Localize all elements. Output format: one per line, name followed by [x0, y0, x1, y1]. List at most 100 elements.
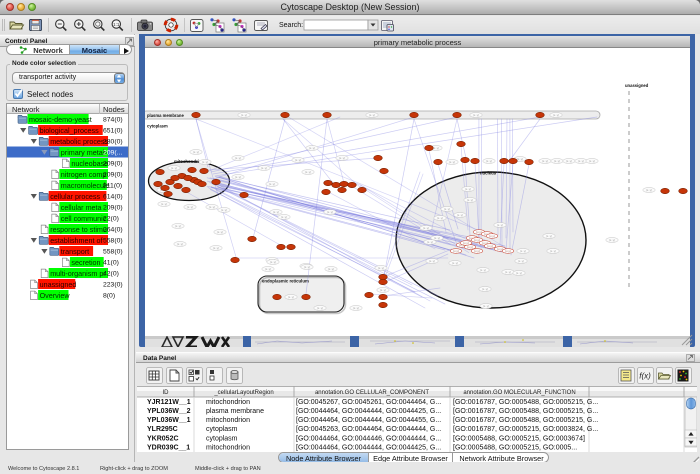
svg-text:transport: transport — [61, 247, 89, 256]
svg-text:(x..y): (x..y) — [378, 266, 384, 270]
svg-text:ID: ID — [163, 390, 170, 396]
svg-text:(x.y): (x.y) — [487, 244, 493, 248]
svg-text:endoplasmic reticulum: endoplasmic reticulum — [262, 279, 309, 284]
svg-text:YDR039C__1: YDR039C__1 — [147, 445, 190, 452]
svg-text:[GO:0044464, GO:0044444, GO:00: [GO:0044464, GO:0044444, GO:0044455, G..… — [296, 417, 441, 424]
svg-text:(x..y): (x..y) — [261, 166, 267, 170]
svg-text:(x..y): (x..y) — [273, 210, 279, 214]
svg-text:1:1: 1:1 — [113, 22, 120, 27]
svg-text:YJR121W__1: YJR121W__1 — [147, 399, 191, 406]
svg-text:metabolic process: metabolic process — [50, 137, 108, 146]
svg-text:(x..y): (x..y) — [423, 226, 429, 230]
svg-text:209(...: 209(... — [103, 150, 122, 157]
svg-text:(x..y): (x..y) — [328, 267, 334, 271]
svg-text:mosaic-demo-yeast: mosaic-demo-yeast — [29, 115, 92, 124]
svg-text:(x..y): (x..y) — [554, 159, 560, 163]
svg-text:(x..y): (x..y) — [486, 159, 492, 163]
svg-text:multi-organism pr: multi-organism pr — [50, 269, 106, 278]
svg-text:response to stimu: response to stimu — [50, 225, 107, 234]
svg-text:(x..y): (x..y) — [202, 160, 208, 164]
svg-text:(x..y): (x..y) — [305, 170, 311, 174]
svg-text:YPL036W__2: YPL036W__2 — [147, 408, 191, 415]
svg-text:22(0): 22(0) — [103, 216, 119, 223]
svg-text:(x..y): (x..y) — [175, 224, 181, 228]
svg-text:_cellularLayoutRegion: _cellularLayoutRegion — [213, 390, 273, 396]
svg-text:(x..y): (x..y) — [473, 113, 479, 117]
svg-text:unassigned: unassigned — [40, 280, 77, 289]
svg-text:plasma membrane: plasma membrane — [206, 408, 264, 415]
svg-text:(x..y): (x..y) — [235, 175, 241, 179]
svg-text:cell communic: cell communic — [61, 214, 107, 223]
svg-text:280(0): 280(0) — [103, 139, 123, 146]
svg-text:(x..y): (x..y) — [467, 198, 473, 202]
svg-text:[GO:0005488, GO:0005215, GO:00: [GO:0005488, GO:0005215, GO:0005... — [453, 445, 577, 452]
svg-text:(x..y): (x..y) — [369, 113, 375, 117]
svg-text:(x..y): (x..y) — [221, 208, 227, 212]
svg-text:(x..y): (x..y) — [187, 205, 193, 209]
svg-text:(x.y): (x.y) — [453, 249, 459, 253]
svg-text:(x..y): (x..y) — [304, 265, 310, 269]
svg-text:(x..y): (x..y) — [449, 160, 455, 164]
svg-text:[GO:0016787, GO:0005215, GO:00: [GO:0016787, GO:0005215, GO:0003824, G..… — [453, 426, 598, 433]
svg-text:annotation.GO MOLECULAR_FUNCTI: annotation.GO MOLECULAR_FUNCTION — [463, 390, 575, 396]
svg-text:(x..y): (x..y) — [269, 182, 275, 186]
svg-text:(x..y): (x..y) — [517, 157, 523, 161]
svg-text:[GO:0045263, GO:0044464, GO:00: [GO:0045263, GO:0044464, GO:0044444, G..… — [296, 426, 441, 433]
svg-text:(x.y): (x.y) — [489, 234, 495, 238]
svg-text:(x..y): (x..y) — [265, 267, 271, 271]
svg-text:(x..y): (x..y) — [566, 159, 572, 163]
svg-text:(x..y): (x..y) — [209, 205, 215, 209]
svg-text:YKR052C: YKR052C — [147, 435, 179, 442]
svg-text:(x..y): (x..y) — [353, 306, 359, 310]
svg-text:nucleus: nucleus — [480, 171, 497, 176]
svg-text:(x..y): (x..y) — [429, 259, 435, 263]
svg-text:(x..y): (x..y) — [518, 259, 524, 263]
svg-text:(x..y): (x..y) — [609, 238, 615, 242]
svg-text:651(0): 651(0) — [103, 128, 123, 135]
svg-text:cytoplasm: cytoplasm — [206, 426, 238, 433]
svg-text:establishment of: establishment of — [50, 236, 102, 245]
svg-text:(x..y): (x..y) — [520, 249, 526, 253]
svg-text:(x..y): (x..y) — [193, 150, 199, 154]
svg-text:[GO:0016787, GO:0005488, GO:00: [GO:0016787, GO:0005488, GO:0005215, G..… — [453, 408, 598, 415]
svg-text:209(0): 209(0) — [103, 161, 123, 168]
svg-text:(x..y): (x..y) — [327, 210, 333, 214]
svg-text:209(0): 209(0) — [103, 172, 123, 179]
svg-text:(x..y): (x..y) — [270, 260, 276, 264]
svg-text:cellular meta: cellular meta — [61, 203, 102, 212]
svg-text:YPL036W__1: YPL036W__1 — [147, 417, 191, 424]
svg-text:(x..y): (x..y) — [452, 261, 458, 265]
svg-text:(x..y): (x..y) — [553, 113, 559, 117]
svg-text:42(0): 42(0) — [103, 271, 119, 278]
svg-text:223(0): 223(0) — [103, 282, 123, 289]
svg-text:(x..y): (x..y) — [444, 207, 450, 211]
svg-text:plasma membrane: plasma membrane — [147, 113, 184, 118]
svg-text:(x..y): (x..y) — [480, 268, 486, 272]
svg-text:(x..y): (x..y) — [516, 271, 522, 275]
svg-text:(x..y): (x..y) — [434, 236, 440, 240]
svg-text:mitochondrion: mitochondrion — [206, 445, 250, 452]
svg-text:(x..y): (x..y) — [437, 216, 443, 220]
svg-text:[GO:0044464, GO:0044444, GO:00: [GO:0044464, GO:0044444, GO:0044425, G..… — [296, 445, 441, 452]
svg-text:(x..y): (x..y) — [505, 270, 511, 274]
svg-text:558(0): 558(0) — [103, 238, 123, 245]
svg-text:unassigned: unassigned — [625, 83, 649, 88]
svg-text:(x..y): (x..y) — [483, 304, 489, 308]
svg-text:(x..y): (x..y) — [281, 215, 287, 219]
svg-text:annotation.GO CELLULAR_COMPONE: annotation.GO CELLULAR_COMPONENT — [315, 390, 429, 396]
svg-text:(x.y): (x.y) — [463, 241, 469, 245]
svg-text:secretion: secretion — [71, 258, 100, 267]
svg-text:(x..y): (x..y) — [339, 156, 345, 160]
svg-text:874(0): 874(0) — [103, 117, 123, 124]
svg-text:(x..y): (x..y) — [542, 159, 548, 163]
svg-text:(x..y): (x..y) — [427, 240, 433, 244]
svg-text:(x.y): (x.y) — [474, 249, 480, 253]
svg-text:(x..y): (x..y) — [433, 146, 439, 150]
svg-text:8(0): 8(0) — [103, 293, 115, 300]
svg-text:(x..y): (x..y) — [457, 213, 463, 217]
svg-text:264(0): 264(0) — [103, 227, 123, 234]
svg-text:41(0): 41(0) — [103, 260, 119, 267]
svg-text:(x..y): (x..y) — [235, 156, 241, 160]
svg-text:(x..y): (x..y) — [646, 188, 652, 192]
svg-text:biological_process: biological_process — [40, 126, 100, 135]
